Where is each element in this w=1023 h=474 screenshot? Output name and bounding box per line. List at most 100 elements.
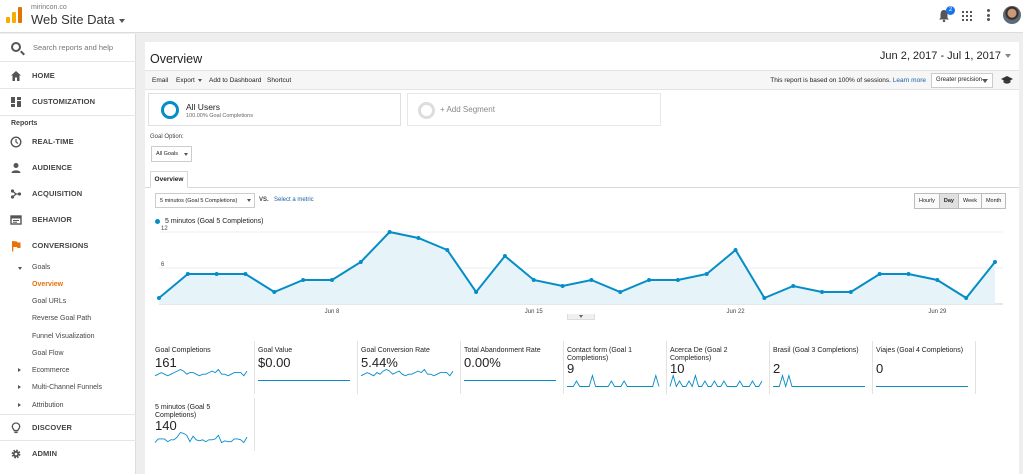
scorecard-tile[interactable]: Brasil (Goal 3 Completions) 2 [770, 341, 873, 394]
goal-option-label: Goal Option: [150, 134, 184, 140]
data-point[interactable] [935, 278, 940, 282]
scorecard-tile[interactable]: Goal Conversion Rate 5.44% [358, 341, 461, 394]
data-point[interactable] [733, 248, 738, 252]
data-point[interactable] [618, 290, 623, 294]
sidebar-item-realtime[interactable]: REAL-TIME [0, 129, 136, 155]
expand-right-icon[interactable] [18, 367, 21, 372]
sidebar-item-customization[interactable]: CUSTOMIZATION [0, 89, 136, 115]
data-point[interactable] [502, 254, 507, 258]
data-point[interactable] [329, 278, 334, 282]
data-point[interactable] [474, 290, 479, 294]
chart-legend: 5 minutos (Goal 5 Completions) [155, 218, 263, 225]
data-point[interactable] [358, 260, 363, 264]
data-point[interactable] [301, 278, 306, 282]
data-point[interactable] [964, 296, 969, 300]
expand-down-icon[interactable] [18, 267, 22, 270]
email-button[interactable]: Email [152, 77, 168, 84]
data-point[interactable] [272, 290, 277, 294]
sidebar-item-home[interactable]: HOME [0, 63, 136, 89]
sidebar-item-behavior[interactable]: BEHAVIOR [0, 207, 136, 233]
sidebar-item-label: ACQUISITION [32, 189, 83, 198]
select-metric-link[interactable]: Select a metric [274, 197, 314, 203]
data-point[interactable] [445, 248, 450, 252]
sidebar-item-goals-overview[interactable]: Overview [32, 281, 63, 288]
data-point[interactable] [531, 278, 536, 282]
sidebar-item-goals[interactable]: Goals [32, 264, 50, 271]
sidebar-item-reverse-goal-path[interactable]: Reverse Goal Path [32, 315, 91, 322]
data-point[interactable] [214, 272, 219, 276]
data-point[interactable] [416, 236, 421, 240]
data-point[interactable] [762, 296, 767, 300]
granularity-day[interactable]: Day [939, 194, 959, 208]
sidebar-item-conversions[interactable]: CONVERSIONS [0, 233, 136, 259]
account-name[interactable]: mirincon.co [31, 4, 67, 11]
data-point[interactable] [157, 296, 161, 300]
legend-dot-icon [155, 218, 160, 224]
data-point[interactable] [704, 272, 709, 276]
data-point[interactable] [993, 260, 997, 264]
sparkline [669, 373, 763, 388]
expand-right-icon[interactable] [18, 402, 21, 407]
search-input[interactable] [33, 40, 129, 54]
learn-more-link[interactable]: Learn more [893, 77, 926, 84]
sidebar-item-admin[interactable]: ADMIN [0, 441, 136, 467]
data-point[interactable] [387, 230, 392, 234]
data-point[interactable] [675, 278, 680, 282]
data-point[interactable] [560, 284, 565, 288]
granularity-hourly[interactable]: Hourly [915, 194, 940, 208]
expand-right-icon[interactable] [18, 384, 21, 389]
sidebar-search [0, 34, 136, 62]
avatar[interactable] [1003, 6, 1021, 24]
scorecard-tile[interactable]: Goal Value $0.00 [255, 341, 358, 394]
sidebar-item-ecommerce[interactable]: Ecommerce [32, 367, 69, 374]
data-point[interactable] [243, 272, 248, 276]
property-selector[interactable]: Web Site Data [31, 12, 125, 27]
goal-option-select[interactable]: All Goals [151, 146, 192, 162]
scorecard-tile[interactable]: Viajes (Goal 4 Completions) 0 [873, 341, 976, 394]
date-range-picker[interactable]: Jun 2, 2017 - Jul 1, 2017 [880, 50, 1011, 62]
granularity-month[interactable]: Month [981, 194, 1006, 208]
granularity-week[interactable]: Week [959, 194, 982, 208]
graduation-cap-icon[interactable] [1001, 76, 1013, 84]
scorecard-tile[interactable]: Goal Completions 161 [152, 341, 255, 394]
sidebar-item-acquisition[interactable]: ACQUISITION [0, 181, 136, 207]
sidebar-item-attribution[interactable]: Attribution [32, 402, 64, 409]
top-bar: mirincon.co Web Site Data 2 [0, 0, 1023, 33]
tab-overview[interactable]: Overview [150, 171, 188, 188]
scorecard-tile[interactable]: Acerca De (Goal 2 Completions) 10 [667, 341, 770, 394]
sparkline-path [154, 431, 248, 444]
sidebar-item-discover[interactable]: DISCOVER [0, 415, 136, 441]
data-point[interactable] [906, 272, 911, 276]
data-point[interactable] [877, 272, 882, 276]
sidebar-item-goal-flow[interactable]: Goal Flow [32, 350, 64, 357]
sidebar-item-goal-urls[interactable]: Goal URLs [32, 298, 66, 305]
goal-option-value: All Goals [156, 151, 179, 157]
metric-select[interactable]: 5 minutos (Goal 5 Completions) [155, 193, 255, 208]
data-point[interactable] [185, 272, 190, 276]
segment-card-all-users[interactable]: All Users 100.00% Goal Completions [148, 93, 401, 126]
data-point[interactable] [848, 290, 853, 294]
more-vert-icon[interactable] [987, 9, 990, 21]
data-point[interactable] [791, 284, 796, 288]
legend-label: 5 minutos (Goal 5 Completions) [165, 218, 264, 225]
sidebar-item-audience[interactable]: AUDIENCE [0, 155, 136, 181]
scorecard-tile[interactable]: Total Abandonment Rate 0.00% [461, 341, 564, 394]
precision-select[interactable]: Greater precision [931, 73, 993, 88]
analytics-logo-icon[interactable] [6, 7, 22, 23]
sidebar-item-funnel-visualization[interactable]: Funnel Visualization [32, 333, 95, 340]
y-tick-label: 12 [161, 226, 168, 232]
add-segment-button[interactable]: + Add Segment [407, 93, 661, 126]
shortcut-button[interactable]: Shortcut [267, 77, 291, 84]
export-button[interactable]: Export [176, 77, 202, 84]
scorecard-tile[interactable]: Contact form (Goal 1 Completions) 9 [564, 341, 667, 394]
add-to-dashboard-button[interactable]: Add to Dashboard [209, 77, 261, 84]
divider [0, 115, 136, 116]
data-point[interactable] [820, 290, 825, 294]
apps-grid-icon[interactable] [962, 11, 972, 21]
data-point[interactable] [589, 278, 594, 282]
data-point[interactable] [647, 278, 652, 282]
notification-badge: 2 [946, 6, 955, 15]
sidebar-item-multichannel[interactable]: Multi-Channel Funnels [32, 384, 102, 391]
scorecard-tile[interactable]: 5 minutos (Goal 5 Completions) 140 [152, 398, 255, 451]
collapse-chart-button[interactable] [567, 314, 595, 320]
